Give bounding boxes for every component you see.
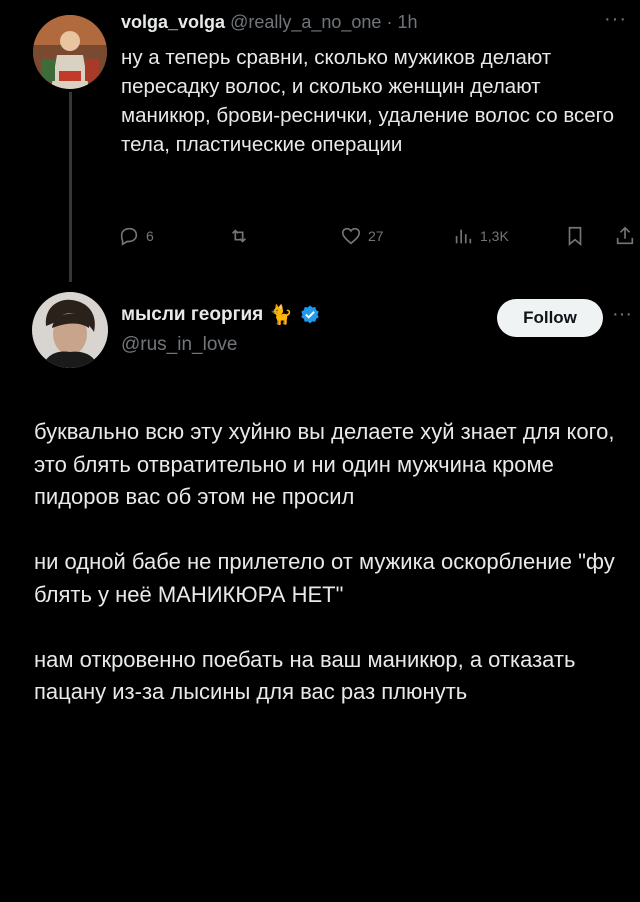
more-options-icon[interactable]: ··· xyxy=(604,8,627,31)
heart-icon xyxy=(341,227,361,245)
view-count: 1,3K xyxy=(480,228,509,244)
avatar-image xyxy=(32,292,108,368)
views-icon xyxy=(455,229,472,244)
author-handle[interactable]: @really_a_no_one xyxy=(230,12,381,32)
cat-emoji: 🐈 xyxy=(269,305,293,326)
author-name: мысли георгия xyxy=(121,304,264,325)
bookmark-button[interactable] xyxy=(564,222,586,250)
bookmark-icon xyxy=(568,226,582,247)
paragraph: буквально всю эту хуйню вы делаете хуй з… xyxy=(34,419,615,509)
views-button[interactable]: 1,3K xyxy=(452,222,509,250)
action-bar: 6 27 1,3K xyxy=(118,222,638,250)
paragraph: нам откровенно поебать на ваш маникюр, а… xyxy=(34,646,576,705)
main-tweet[interactable]: мысли георгия 🐈 @rus_in_love Follow ··· … xyxy=(0,290,640,902)
author-name-row[interactable]: мысли георгия 🐈 xyxy=(121,303,321,327)
reply-header: volga_volga @really_a_no_one · 1h xyxy=(121,12,418,33)
repost-icon xyxy=(231,229,247,243)
like-count: 27 xyxy=(368,228,384,244)
timestamp[interactable]: 1h xyxy=(397,12,417,32)
thread-line xyxy=(69,92,72,282)
follow-button[interactable]: Follow xyxy=(497,299,603,337)
more-options-icon[interactable]: ··· xyxy=(612,303,632,326)
share-button[interactable] xyxy=(614,222,636,250)
comment-icon xyxy=(120,227,138,246)
avatar[interactable] xyxy=(32,292,108,368)
reply-tweet[interactable]: volga_volga @really_a_no_one · 1h ··· ну… xyxy=(0,0,640,290)
avatar[interactable] xyxy=(33,15,107,89)
avatar-image xyxy=(33,15,107,89)
reply-count: 6 xyxy=(146,228,154,244)
paragraph: ни одной бабе не прилетело от мужика оск… xyxy=(34,549,615,607)
repost-button[interactable] xyxy=(228,222,256,250)
reply-button[interactable]: 6 xyxy=(118,222,154,250)
author-handle[interactable]: @rus_in_love xyxy=(121,334,237,356)
share-icon xyxy=(616,226,634,245)
author-name[interactable]: volga_volga xyxy=(121,12,225,32)
tweet-text: ну а теперь сравни, сколько мужиков дела… xyxy=(121,46,615,156)
like-button[interactable]: 27 xyxy=(340,222,384,250)
tweet-text: буквально всю эту хуйню вы делаете хуй з… xyxy=(34,416,634,741)
verified-badge-icon xyxy=(301,305,319,324)
separator: · xyxy=(386,12,393,32)
